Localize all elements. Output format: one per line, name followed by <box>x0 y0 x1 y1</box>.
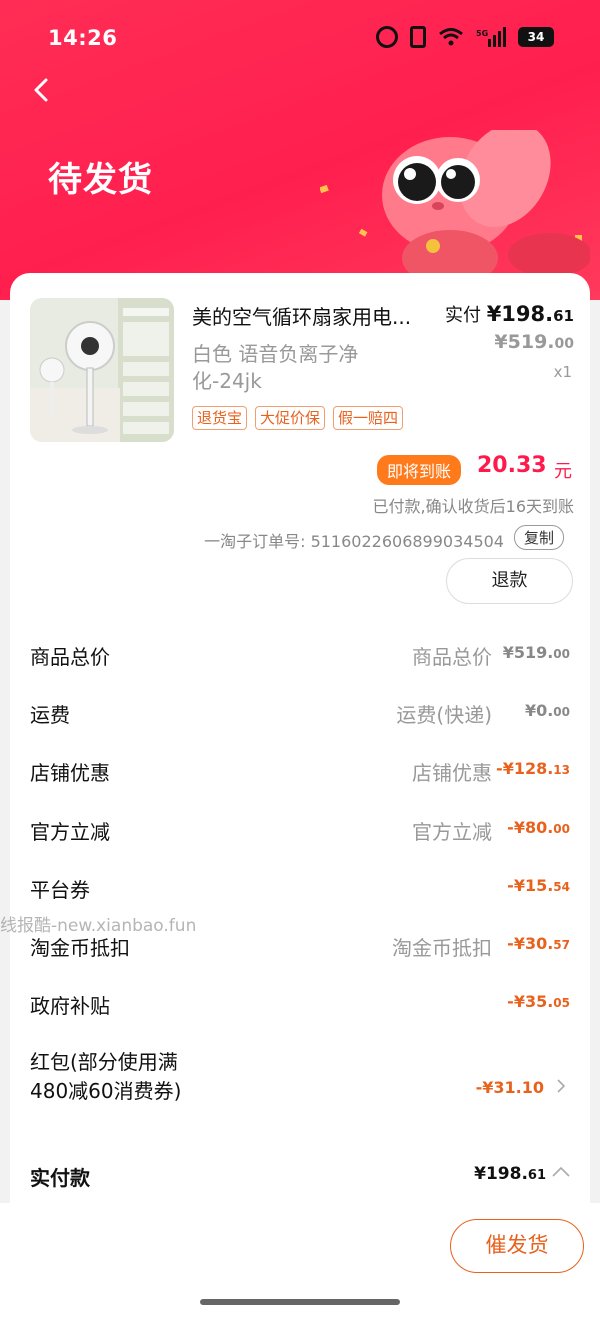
status-bar: 14:26 5G 34 <box>0 0 600 80</box>
cost-label: 政府补贴 <box>30 994 110 1018</box>
paid-price-int: ¥198. <box>486 302 554 326</box>
wifi-icon <box>439 28 463 46</box>
total-paid-value: ¥198.61 <box>474 1164 546 1184</box>
cost-value: -¥15.54 <box>507 876 570 895</box>
tag-return-insurance[interactable]: 退货宝 <box>192 406 248 430</box>
paid-price-dec: 61 <box>553 307 574 325</box>
cost-label: 运费 <box>30 703 70 727</box>
refund-button[interactable]: 退款 <box>446 558 573 604</box>
cost-value: -¥80.00 <box>507 818 570 837</box>
signal-icon: 5G <box>476 27 506 47</box>
battery-icon: 34 <box>518 27 554 47</box>
tag-fake-compensation[interactable]: 假一赔四 <box>333 406 404 430</box>
original-price-dec: 00 <box>554 336 574 352</box>
cost-sublabel: 商品总价 <box>412 645 492 669</box>
copy-button[interactable]: 复制 <box>513 525 564 550</box>
paid-price: 实付 ¥198.61 <box>445 301 574 327</box>
cost-label: 店铺优惠 <box>30 761 110 785</box>
vibrate-icon <box>410 26 426 48</box>
paid-prefix: 实付 <box>444 305 481 326</box>
product-title[interactable]: 美的空气循环扇家用电... <box>192 301 442 330</box>
svg-text:5G: 5G <box>476 29 488 38</box>
quantity: x1 <box>553 363 572 381</box>
cost-label: 商品总价 <box>30 645 110 669</box>
status-icons: 5G 34 <box>376 26 554 48</box>
order-card: 美的空气循环扇家用电... 白色 语音负离子净化-24jk 退货宝 大促价保 假… <box>10 273 590 1203</box>
cost-row-shipping: 运费 运费(快递) ¥0.00 <box>30 693 570 733</box>
cost-label: 淘金币抵扣 <box>30 936 130 960</box>
redpack-value[interactable]: -¥31.10 <box>476 1078 544 1097</box>
cost-value: ¥0.00 <box>524 701 570 720</box>
redpack-label[interactable]: 红包(部分使用满480减60消费券) <box>30 1048 190 1106</box>
status-time: 14:26 <box>48 26 118 50</box>
arrival-unit: 元 <box>554 461 572 482</box>
cost-value: -¥30.57 <box>507 934 570 953</box>
cost-row-goods-total: 商品总价 商品总价 ¥519.00 <box>30 635 570 675</box>
back-arrow-icon[interactable] <box>30 76 58 104</box>
cost-row-official-reduction: 官方立减 官方立减 -¥80.00 <box>30 810 570 850</box>
product-variant: 白色 语音负离子净化-24jk <box>192 342 359 393</box>
cost-label: 官方立减 <box>30 820 110 844</box>
alarm-icon <box>376 26 398 48</box>
chevron-right-icon[interactable] <box>554 1079 568 1093</box>
cost-row-platform-coupon: 平台券 -¥15.54 <box>30 868 570 908</box>
original-price-int: ¥519. <box>494 331 555 353</box>
arrival-badge: 即将到账 <box>377 455 462 485</box>
cost-value: -¥35.05 <box>507 992 570 1011</box>
service-tags: 退货宝 大促价保 假一赔四 <box>192 406 404 430</box>
cost-sublabel: 运费(快递) <box>396 703 492 727</box>
chevron-up-icon[interactable] <box>552 1166 570 1178</box>
original-price: ¥519.00 <box>494 331 574 353</box>
product-image[interactable] <box>30 298 174 442</box>
cost-sublabel: 店铺优惠 <box>412 761 492 785</box>
arrival-note: 已付款,确认收货后16天到账 <box>372 497 574 516</box>
arrival-amount: 20.33 <box>477 453 547 478</box>
cost-sublabel: 淘金币抵扣 <box>392 936 492 960</box>
cost-label: 平台券 <box>30 878 90 902</box>
watermark-text: 线报酷-new.xianbao.fun <box>0 916 197 936</box>
mascot-illustration <box>320 130 590 280</box>
cost-row-government-subsidy: 政府补贴 -¥35.05 <box>30 984 570 1024</box>
page-title: 待发货 <box>48 160 153 200</box>
order-number: 一淘子订单号: 5116022606899034504 <box>204 532 504 551</box>
cost-sublabel: 官方立减 <box>412 820 492 844</box>
total-paid-label: 实付款 <box>30 1166 90 1190</box>
cost-value: -¥128.13 <box>496 759 570 778</box>
bottom-action-bar: 催发货 <box>0 1203 600 1318</box>
tag-price-protection[interactable]: 大促价保 <box>255 406 326 430</box>
header-banner: 14:26 5G 34 待发货 <box>0 0 600 300</box>
cost-row-shop-discount: 店铺优惠 店铺优惠 -¥128.13 <box>30 751 570 791</box>
urge-shipment-button[interactable]: 催发货 <box>450 1219 584 1273</box>
home-indicator[interactable] <box>200 1299 400 1305</box>
cost-value: ¥519.00 <box>502 643 570 662</box>
